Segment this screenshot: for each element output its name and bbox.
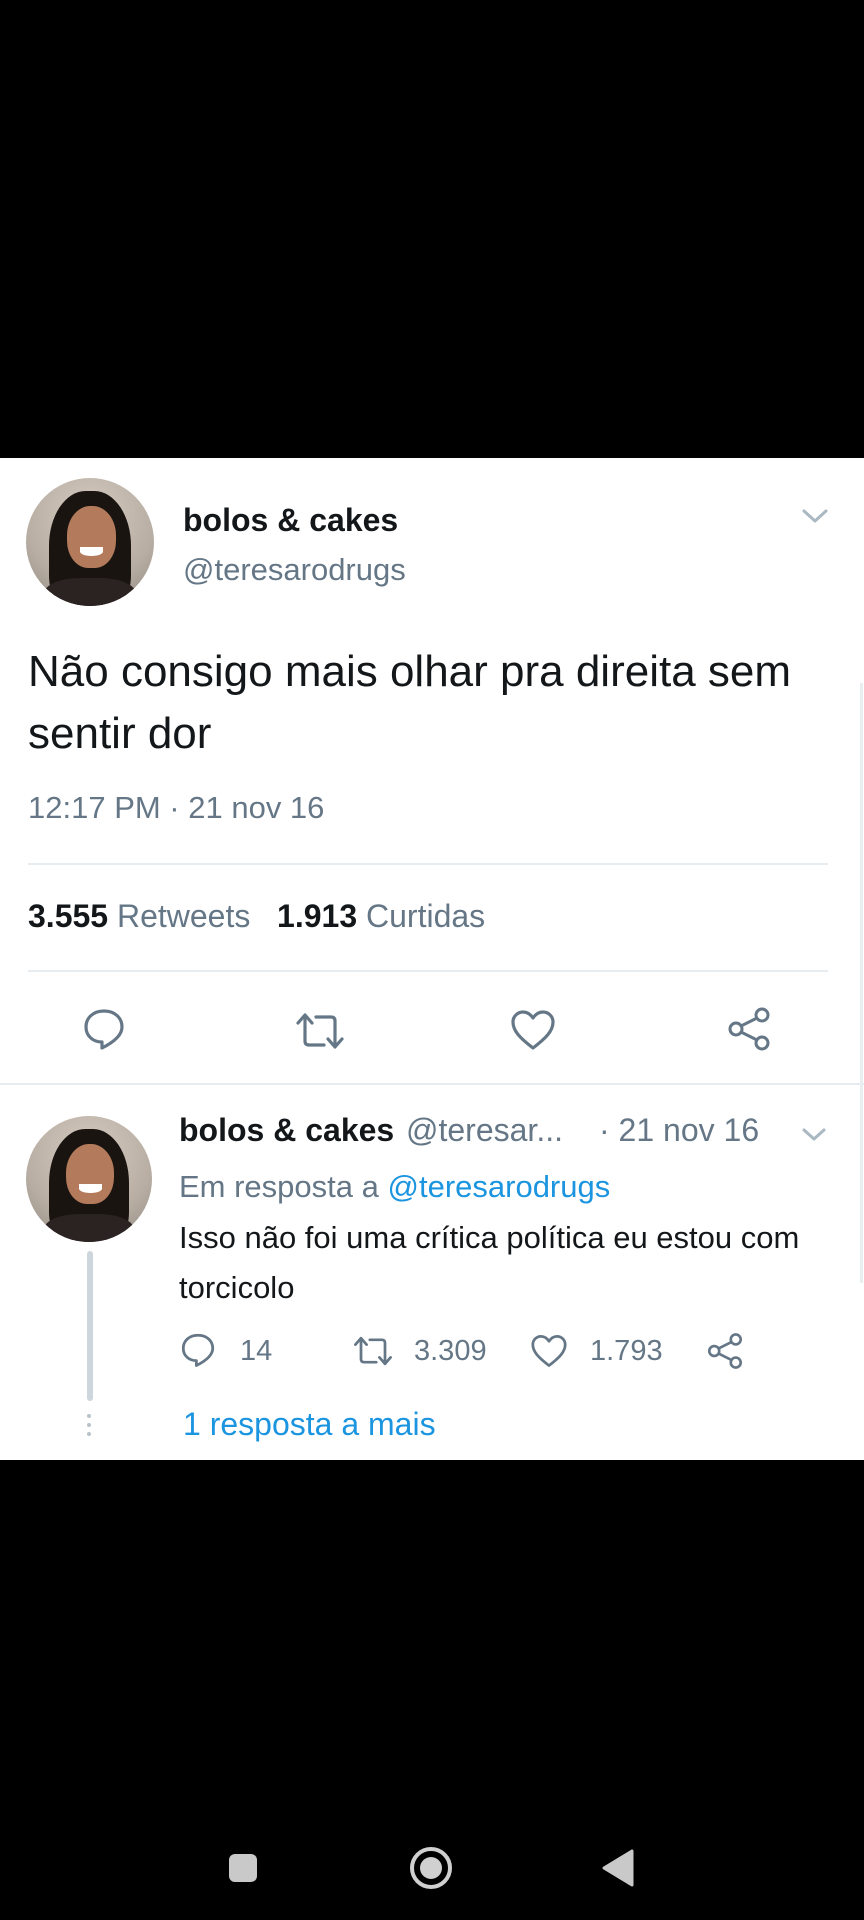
reply-date[interactable]: · 21 nov 16 — [599, 1112, 759, 1149]
thread-connector — [87, 1251, 93, 1401]
home-button[interactable] — [408, 1845, 454, 1891]
thread-more-dots — [86, 1414, 92, 1441]
share-icon[interactable] — [726, 1006, 772, 1052]
reply-display-name[interactable]: bolos & cakes — [179, 1112, 394, 1149]
tweet-card: bolos & cakes @teresarodrugs Não consigo… — [0, 458, 864, 1460]
retweets-label: Retweets — [116, 898, 251, 934]
reply-icon[interactable] — [82, 1007, 126, 1051]
retweet-icon[interactable] — [294, 1011, 346, 1051]
reply-text: Isso não foi uma crítica política eu est… — [179, 1220, 800, 1305]
author-handle[interactable]: @teresarodrugs — [183, 552, 406, 588]
chevron-down-icon[interactable] — [800, 1126, 828, 1144]
reply-prefix: Em resposta a — [179, 1169, 379, 1204]
divider — [28, 970, 828, 972]
retweets-stat[interactable]: 3.555 Retweets — [28, 898, 250, 934]
divider — [0, 1083, 864, 1085]
share-icon[interactable] — [706, 1332, 744, 1370]
divider — [28, 863, 828, 865]
tweet-stats: 3.555 Retweets 1.913 Curtidas — [28, 898, 485, 935]
retweets-count: 3.555 — [28, 898, 109, 934]
retweet-icon[interactable] — [352, 1335, 394, 1367]
recents-button[interactable] — [226, 1851, 260, 1885]
back-button[interactable] — [600, 1848, 636, 1888]
author-avatar[interactable] — [26, 478, 154, 606]
author-display-name[interactable]: bolos & cakes — [183, 502, 398, 539]
reply-icon[interactable] — [180, 1332, 216, 1368]
likes-count: 1.913 — [277, 898, 358, 934]
more-replies-link[interactable]: 1 resposta a mais — [183, 1406, 436, 1443]
scrollbar[interactable] — [860, 683, 863, 1283]
likes-stat[interactable]: 1.913 Curtidas — [277, 898, 485, 934]
like-icon[interactable] — [530, 1334, 568, 1368]
tweet-timestamp[interactable]: 12:17 PM · 21 nov 16 — [28, 790, 324, 826]
likes-label: Curtidas — [366, 898, 486, 934]
reply-replies-count: 14 — [240, 1335, 273, 1367]
like-icon[interactable] — [510, 1009, 556, 1051]
reply-likes-count: 1.793 — [590, 1335, 663, 1367]
reply-handle[interactable]: @teresar... — [406, 1112, 563, 1149]
tweet-text: Não consigo mais olhar pra direita sem s… — [28, 647, 792, 758]
reply-retweets-count: 3.309 — [414, 1335, 487, 1367]
chevron-down-icon[interactable] — [800, 506, 830, 526]
reply-author-avatar[interactable] — [26, 1116, 152, 1242]
reply-context: Em resposta a @teresarodrugs — [179, 1169, 610, 1205]
reply-mention-link[interactable]: @teresarodrugs — [388, 1169, 611, 1204]
